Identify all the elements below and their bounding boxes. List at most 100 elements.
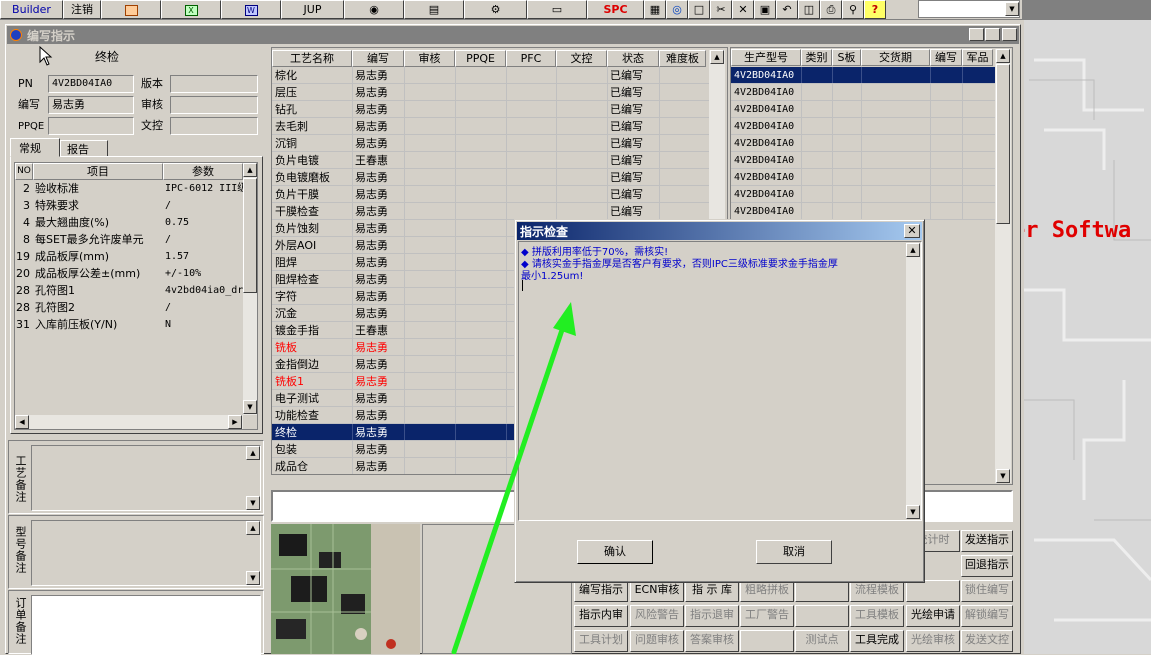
scroll-up-icon[interactable]: ▲ bbox=[243, 163, 257, 177]
dialog-cancel-button[interactable]: 取消 bbox=[756, 540, 832, 564]
tools-icon[interactable]: ⚙ bbox=[464, 0, 527, 19]
delete-icon[interactable]: ✕ bbox=[732, 0, 754, 19]
toolbar-dropdown[interactable]: ▼ bbox=[918, 0, 1020, 18]
chevron-down-icon[interactable]: ▼ bbox=[1005, 2, 1019, 16]
process-header-cell[interactable]: PFC bbox=[506, 50, 556, 67]
table-row[interactable]: 负电镀磨板 易志勇 已编写 bbox=[272, 169, 709, 186]
doc-field[interactable] bbox=[170, 117, 258, 135]
help-icon[interactable]: ? bbox=[864, 0, 886, 19]
scroll-down-icon[interactable]: ▼ bbox=[243, 400, 257, 414]
table-row[interactable]: 4V2BD04IA0 bbox=[731, 101, 995, 118]
excel-icon[interactable]: X bbox=[161, 0, 221, 19]
tab-report[interactable]: 报告 bbox=[60, 140, 108, 157]
browser-icon[interactable]: ◎ bbox=[666, 0, 688, 19]
lock-write-button[interactable]: 锁住编写 bbox=[961, 580, 1013, 602]
table-row[interactable]: 棕化 易志勇 已编写 bbox=[272, 67, 709, 84]
product-scrollbar[interactable]: ▲ ▼ bbox=[995, 49, 1011, 483]
scroll-thumb[interactable] bbox=[243, 178, 257, 293]
tool-plan-button[interactable]: 工具计划 bbox=[574, 630, 628, 652]
instruction-return-button[interactable]: 指示退审 bbox=[685, 605, 739, 627]
review-field[interactable] bbox=[170, 96, 258, 114]
close-button[interactable]: ✕ bbox=[1002, 28, 1017, 41]
table-row[interactable]: 4V2BD04IA0 bbox=[731, 169, 995, 186]
process-header-cell[interactable]: 编写 bbox=[352, 50, 404, 67]
params-hscrollbar[interactable]: ◀ ▶ bbox=[15, 415, 243, 429]
dialog-scrollbar[interactable]: ▲ ▼ bbox=[906, 243, 921, 519]
factory-warning-button[interactable]: 工厂警告 bbox=[740, 605, 794, 627]
scroll-up-icon[interactable]: ▲ bbox=[710, 50, 724, 64]
scroll-down-icon[interactable]: ▼ bbox=[996, 469, 1010, 483]
table-row[interactable]: 4V2BD04IA0 bbox=[731, 203, 995, 220]
table-row[interactable]: 4V2BD04IA0 bbox=[731, 152, 995, 169]
scroll-up-icon[interactable]: ▲ bbox=[246, 446, 260, 460]
process-header-cell[interactable]: 审核 bbox=[404, 50, 455, 67]
tool-template-button[interactable]: 工具模板 bbox=[850, 605, 904, 627]
find-icon[interactable]: ⚲ bbox=[842, 0, 864, 19]
scroll-down-icon[interactable]: ▼ bbox=[246, 571, 260, 585]
scroll-right-icon[interactable]: ▶ bbox=[228, 415, 242, 429]
ppqe-field[interactable] bbox=[48, 117, 134, 135]
product-header-cell[interactable]: 类别 bbox=[801, 49, 832, 66]
table-row[interactable]: 4V2BD04IA0 bbox=[731, 118, 995, 135]
product-header-cell[interactable]: S板 bbox=[832, 49, 861, 66]
process-header-cell[interactable]: 工艺名称 bbox=[272, 50, 352, 67]
process-header-cell[interactable]: 状态 bbox=[607, 50, 659, 67]
params-scrollbar[interactable]: ▲ ▼ bbox=[243, 163, 257, 415]
print-icon[interactable]: ⎙ bbox=[820, 0, 842, 19]
author-field[interactable]: 易志勇 bbox=[48, 96, 134, 114]
table-row[interactable]: 沉铜 易志勇 已编写 bbox=[272, 135, 709, 152]
process-header-cell[interactable]: PPQE bbox=[455, 50, 506, 67]
scroll-down-icon[interactable]: ▼ bbox=[246, 496, 260, 510]
question-review-button[interactable]: 问题审核 bbox=[630, 630, 684, 652]
undo-icon[interactable]: ↶ bbox=[776, 0, 798, 19]
dialog-close-button[interactable]: ✕ bbox=[904, 224, 920, 238]
table-row[interactable]: 钻孔 易志勇 已编写 bbox=[272, 101, 709, 118]
table-row[interactable]: 4V2BD04IA0 bbox=[731, 186, 995, 203]
unlock-write-button[interactable]: 解锁编写 bbox=[961, 605, 1013, 627]
builder-button[interactable]: Builder bbox=[0, 0, 63, 19]
order-notes-textarea[interactable] bbox=[31, 595, 261, 655]
product-header-cell[interactable]: 编写 bbox=[930, 49, 962, 66]
scroll-down-icon[interactable]: ▼ bbox=[906, 505, 920, 519]
ecn-review-button[interactable]: ECN审核 bbox=[630, 580, 684, 602]
internal-review-button[interactable]: 指示内审 bbox=[574, 605, 628, 627]
scroll-up-icon[interactable]: ▲ bbox=[906, 243, 920, 257]
scroll-up-icon[interactable]: ▲ bbox=[246, 521, 260, 535]
calendar-icon[interactable]: ▦ bbox=[644, 0, 666, 19]
write-instruction-button[interactable]: 编写指示 bbox=[574, 580, 628, 602]
risk-warning-button[interactable]: 风险警告 bbox=[630, 605, 684, 627]
process-notes-textarea[interactable]: ▲ ▼ bbox=[31, 445, 261, 511]
new-icon[interactable]: □ bbox=[688, 0, 710, 19]
word-icon[interactable]: W bbox=[221, 0, 281, 19]
table-row[interactable]: 4V2BD04IA0 bbox=[731, 84, 995, 101]
dialog-message-box[interactable]: ◆ 拼版利用率低于70%，需核实! ◆ 请核实金手指金厚是否客户有要求，否则IP… bbox=[518, 241, 922, 521]
save-icon[interactable]: ▣ bbox=[754, 0, 776, 19]
process-template-button[interactable]: 流程模板 bbox=[850, 580, 904, 602]
table-row[interactable]: 去毛刺 易志勇 已编写 bbox=[272, 118, 709, 135]
send-doc-control-button[interactable]: 发送文控 bbox=[961, 630, 1013, 652]
scroll-up-icon[interactable]: ▲ bbox=[996, 49, 1010, 63]
dialog-ok-button[interactable]: 确认 bbox=[577, 540, 653, 564]
database-icon[interactable]: ▤ bbox=[404, 0, 464, 19]
maximize-button[interactable]: □ bbox=[985, 28, 1000, 41]
version-field[interactable] bbox=[170, 75, 258, 93]
empty-button[interactable] bbox=[795, 580, 849, 602]
minimize-button[interactable]: _ bbox=[969, 28, 984, 41]
table-row[interactable]: 干膜检查 易志勇 已编写 bbox=[272, 203, 709, 220]
scroll-left-icon[interactable]: ◀ bbox=[15, 415, 29, 429]
table-row[interactable]: 负片电镀 王春惠 已编写 bbox=[272, 152, 709, 169]
empty-button[interactable] bbox=[795, 605, 849, 627]
report-icon[interactable] bbox=[101, 0, 161, 19]
rough-panel-button[interactable]: 粗略拼板 bbox=[740, 580, 794, 602]
pn-field[interactable]: 4V2BD04IA0 bbox=[48, 75, 134, 93]
empty-button[interactable] bbox=[906, 580, 960, 602]
photoplot-request-button[interactable]: 光绘申请 bbox=[906, 605, 960, 627]
preview-icon[interactable]: ◫ bbox=[798, 0, 820, 19]
computer-icon[interactable]: ▭ bbox=[527, 0, 587, 19]
table-row[interactable]: 层压 易志勇 已编写 bbox=[272, 84, 709, 101]
photoplot-review-button[interactable]: 光绘审核 bbox=[906, 630, 960, 652]
table-row[interactable]: 4V2BD04IA0 bbox=[731, 67, 995, 84]
logout-button[interactable]: 注销 bbox=[63, 0, 101, 19]
jup-button[interactable]: JUP bbox=[281, 0, 344, 19]
process-header-cell[interactable]: 文控 bbox=[556, 50, 607, 67]
